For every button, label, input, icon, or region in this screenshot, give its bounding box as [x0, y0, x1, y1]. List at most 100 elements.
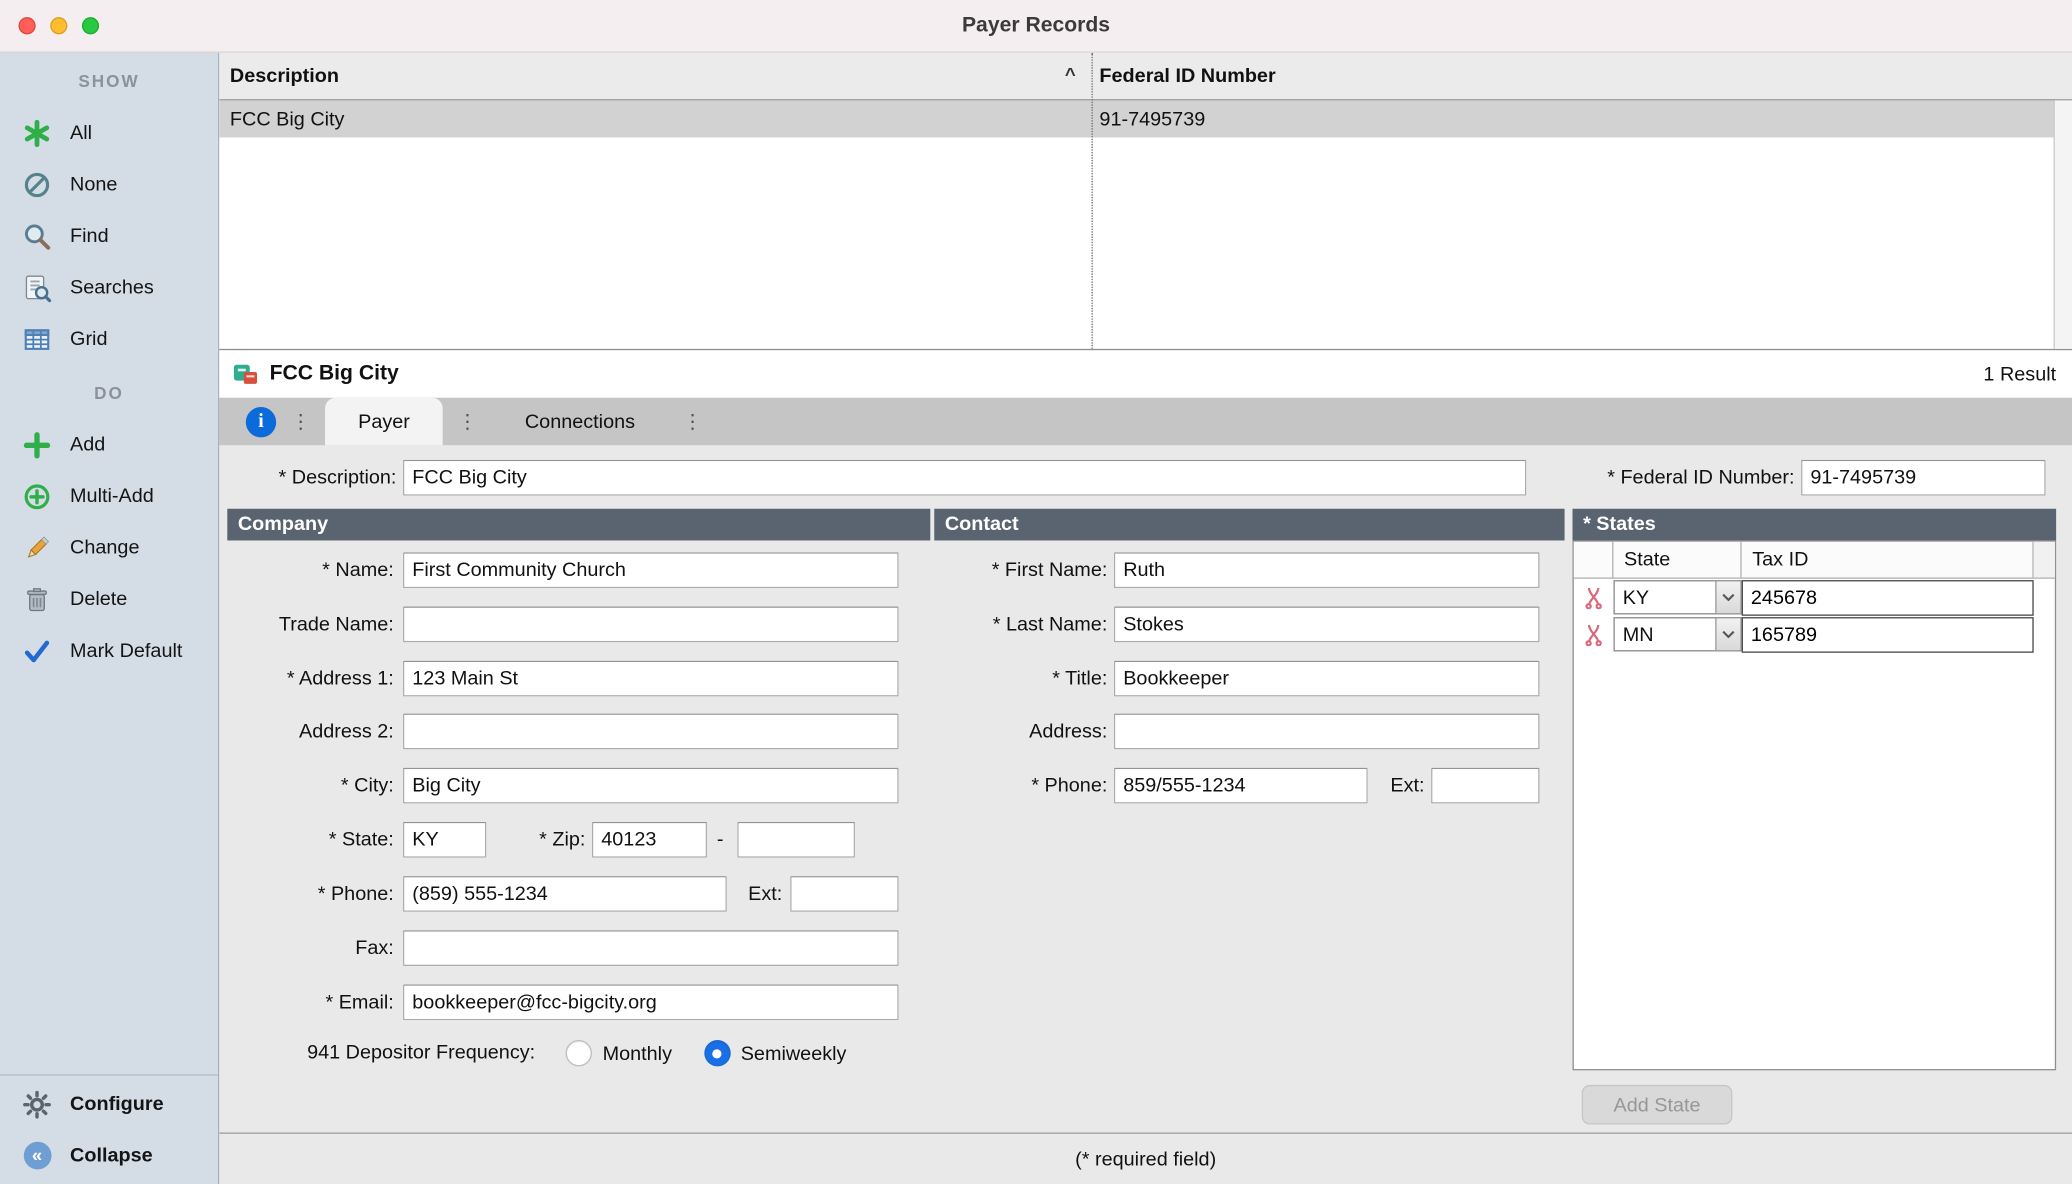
asterisk-icon	[20, 116, 54, 150]
search-icon	[20, 219, 54, 253]
email-field[interactable]	[403, 984, 899, 1021]
contact-ext-label: Ext:	[1390, 774, 1425, 797]
tab-connections[interactable]: Connections	[492, 398, 668, 446]
company-section-header: Company	[227, 508, 931, 541]
contact-title-label: * Title:	[1052, 667, 1108, 690]
states-state-column-header[interactable]: State	[1613, 541, 1742, 578]
payer-form: * Description: * Federal ID Number: Comp…	[219, 445, 2072, 1133]
sort-ascending-icon[interactable]: ^	[1065, 63, 1076, 84]
tab-menu-dots-icon[interactable]: ⋮	[683, 410, 703, 433]
sidebar-item-all[interactable]: All	[0, 107, 218, 159]
address2-field[interactable]	[403, 713, 899, 750]
sidebar-item-label: All	[70, 121, 93, 145]
state-label: * State:	[328, 828, 394, 851]
table-scrollbar[interactable]	[2053, 100, 2072, 349]
company-phone-field[interactable]	[403, 876, 727, 912]
sidebar-item-delete[interactable]: Delete	[0, 574, 218, 626]
trade-name-label: Trade Name:	[278, 613, 394, 636]
company-name-field[interactable]	[403, 552, 899, 589]
tab-menu-dots-icon[interactable]: ⋮	[457, 410, 477, 433]
payer-records-window: Payer Records SHOW All None Find Searche…	[0, 0, 2072, 1184]
states-end-column	[2033, 541, 2055, 578]
zip-separator: -	[716, 828, 724, 851]
column-header-label: Federal ID Number	[1099, 64, 1276, 88]
sidebar-item-grid[interactable]: Grid	[0, 313, 218, 365]
last-name-field[interactable]	[1113, 606, 1540, 643]
fax-field[interactable]	[403, 930, 899, 966]
sidebar-item-add[interactable]: Add	[0, 419, 218, 471]
contact-address-field[interactable]	[1113, 713, 1540, 750]
window-title: Payer Records	[961, 13, 1111, 37]
semiweekly-radio-label[interactable]: Semiweekly	[741, 1042, 847, 1064]
state-dropdown[interactable]: MN	[1613, 617, 1742, 652]
sidebar-item-mark-default[interactable]: Mark Default	[0, 625, 218, 677]
first-name-field[interactable]	[1113, 552, 1540, 589]
bottom-bar: (* required field)	[219, 1132, 2072, 1184]
company-name-label: * Name:	[322, 558, 394, 582]
monthly-radio[interactable]	[565, 1039, 592, 1067]
sidebar-item-find[interactable]: Find	[0, 210, 218, 262]
record-title: FCC Big City	[269, 362, 399, 385]
tab-payer[interactable]: Payer	[325, 397, 443, 446]
sidebar-item-label: Find	[70, 224, 109, 248]
state-field[interactable]	[403, 821, 487, 858]
configure-button[interactable]: Configure	[0, 1078, 218, 1130]
company-ext-label: Ext:	[748, 882, 783, 906]
column-header-federal-id[interactable]: Federal ID Number	[1092, 53, 2072, 99]
column-header-label: Description	[229, 64, 339, 88]
email-label: * Email:	[325, 991, 394, 1014]
contact-title-field[interactable]	[1113, 660, 1540, 697]
state-dropdown-value: KY	[1622, 586, 1650, 609]
city-field[interactable]	[403, 767, 899, 804]
company-ext-field[interactable]	[790, 876, 899, 912]
contact-phone-label: * Phone:	[1031, 774, 1108, 797]
federal-id-field[interactable]	[1801, 459, 2046, 496]
tab-menu-dots-icon[interactable]: ⋮	[291, 410, 311, 433]
add-state-button[interactable]: Add State	[1581, 1084, 1733, 1125]
remove-state-icon[interactable]	[1574, 586, 1614, 609]
states-table-header: State Tax ID	[1573, 541, 2055, 579]
zip-field[interactable]	[592, 821, 707, 858]
sidebar-item-label: Grid	[70, 327, 108, 351]
description-field[interactable]	[403, 459, 1527, 496]
sidebar-item-searches[interactable]: Searches	[0, 262, 218, 314]
column-header-description[interactable]: Description ^	[219, 53, 1091, 99]
none-circle-slash-icon	[20, 167, 54, 201]
sidebar-footer: Configure « Collapse	[0, 1074, 219, 1184]
state-taxid-field[interactable]	[1741, 616, 2034, 653]
remove-state-icon[interactable]	[1574, 623, 1614, 646]
zip-plus4-field[interactable]	[737, 821, 855, 858]
contact-phone-field[interactable]	[1113, 767, 1368, 804]
monthly-radio-label[interactable]: Monthly	[603, 1042, 672, 1064]
sidebar-item-label: Multi-Add	[70, 484, 154, 508]
sidebar-item-label: Change	[70, 536, 140, 559]
state-dropdown[interactable]: KY	[1613, 580, 1742, 615]
screen: Payer Records SHOW All None Find Searche…	[0, 0, 2072, 1184]
grid-icon	[20, 322, 54, 356]
chevron-down-icon	[1715, 618, 1741, 651]
address1-field[interactable]	[403, 660, 899, 697]
address2-label: Address 2:	[299, 720, 394, 743]
sidebar-item-none[interactable]: None	[0, 159, 218, 211]
address1-label: * Address 1:	[286, 667, 394, 690]
sidebar: SHOW All None Find Searches Grid DO Add …	[0, 52, 220, 1184]
plus-icon	[20, 427, 54, 461]
records-table-header: Description ^ Federal ID Number	[219, 52, 2072, 101]
collapse-chevrons-icon: «	[20, 1138, 54, 1172]
collapse-button[interactable]: « Collapse	[0, 1130, 218, 1182]
states-taxid-column-header[interactable]: Tax ID	[1742, 541, 2034, 578]
semiweekly-radio[interactable]	[703, 1039, 731, 1067]
titlebar: Payer Records	[0, 0, 2072, 53]
info-icon[interactable]: i	[245, 406, 277, 437]
state-taxid-field[interactable]	[1741, 579, 2034, 616]
checkmark-icon	[20, 634, 54, 668]
sidebar-item-multi-add[interactable]: Multi-Add	[0, 470, 218, 522]
required-field-note: (* required field)	[1075, 1147, 1217, 1171]
fax-label: Fax:	[355, 936, 394, 960]
sidebar-item-change[interactable]: Change	[0, 522, 218, 574]
result-count: 1 Result	[1983, 362, 2057, 386]
contact-ext-field[interactable]	[1431, 767, 1540, 804]
trade-name-field[interactable]	[403, 606, 899, 643]
chevron-down-icon	[1715, 581, 1741, 614]
table-row[interactable]: FCC Big City 91-7495739	[219, 100, 2072, 138]
